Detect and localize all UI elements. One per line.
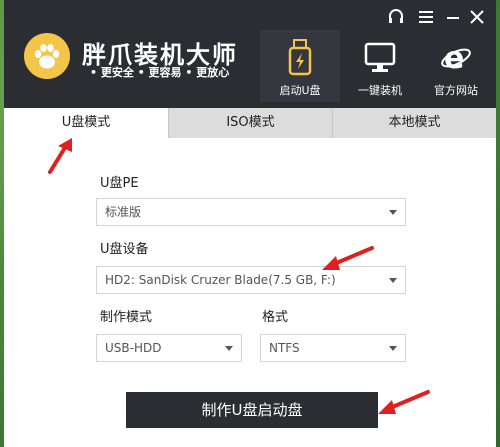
app-slogan: • 更安全 • 更容易 • 更放心 bbox=[90, 66, 230, 79]
mode-label: 制作模式 bbox=[100, 310, 153, 325]
monitor-icon bbox=[364, 42, 396, 72]
device-select-value: HD2: SanDisk Cruzer Blade(7.5 GB, F:) bbox=[105, 273, 336, 287]
chevron-down-icon bbox=[389, 346, 397, 351]
nav-one-click-install[interactable]: 一键装机 bbox=[340, 30, 420, 102]
tab-local-mode[interactable]: 本地模式 bbox=[332, 108, 496, 138]
close-icon[interactable] bbox=[466, 8, 488, 26]
nav-official-site[interactable]: e 官方网站 bbox=[416, 30, 496, 102]
chevron-down-icon bbox=[389, 278, 397, 283]
red-arrow-icon bbox=[378, 390, 430, 414]
nav-usb-boot[interactable]: 启动U盘 bbox=[260, 30, 340, 102]
tab-usb-mode[interactable]: U盘模式 bbox=[4, 108, 168, 138]
chevron-down-icon bbox=[389, 210, 397, 215]
nav-label: 启动U盘 bbox=[279, 84, 321, 97]
title-bar: 胖爪装机大师 • 更安全 • 更容易 • 更放心 启动U盘 一键装机 e 官方网… bbox=[4, 0, 496, 108]
pe-select-value: 标准版 bbox=[105, 205, 142, 219]
red-arrow-icon bbox=[48, 138, 72, 174]
make-boot-usb-button[interactable]: 制作U盘启动盘 bbox=[126, 392, 378, 428]
svg-text:e: e bbox=[444, 41, 464, 76]
device-label: U盘设备 bbox=[100, 242, 149, 257]
paw-logo-icon bbox=[24, 33, 70, 79]
red-arrow-icon bbox=[322, 246, 374, 270]
mode-tabs: U盘模式 ISO模式 本地模式 bbox=[4, 108, 496, 138]
tab-iso-mode[interactable]: ISO模式 bbox=[168, 108, 332, 138]
pe-select[interactable]: 标准版 bbox=[96, 198, 406, 226]
format-select-value: NTFS bbox=[269, 341, 300, 355]
menu-icon[interactable] bbox=[415, 8, 437, 26]
nav-label: 一键装机 bbox=[358, 84, 402, 97]
minimize-icon[interactable] bbox=[442, 8, 464, 26]
chevron-down-icon bbox=[225, 346, 233, 351]
pe-label: U盘PE bbox=[100, 176, 139, 191]
nav-label: 官方网站 bbox=[434, 84, 478, 97]
usb-drive-icon bbox=[288, 39, 312, 76]
ie-browser-icon: e bbox=[441, 41, 471, 76]
mode-select-value: USB-HDD bbox=[105, 341, 162, 355]
support-headset-icon[interactable] bbox=[385, 8, 407, 26]
format-select[interactable]: NTFS bbox=[260, 334, 406, 362]
format-label: 格式 bbox=[262, 310, 289, 325]
app-window: 胖爪装机大师 • 更安全 • 更容易 • 更放心 启动U盘 一键装机 e 官方网… bbox=[4, 0, 496, 447]
mode-select[interactable]: USB-HDD bbox=[96, 334, 242, 362]
